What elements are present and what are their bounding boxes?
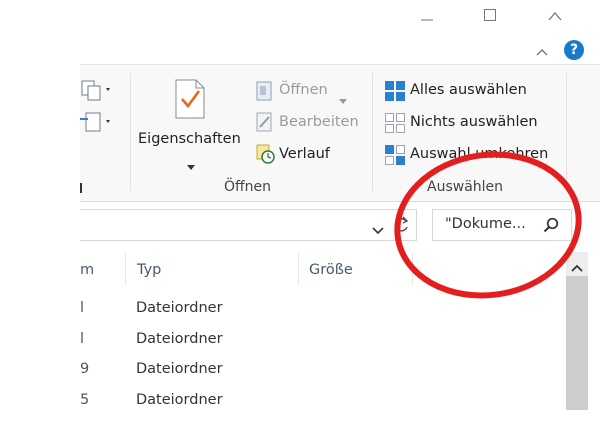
annotation-circle (394, 151, 582, 299)
